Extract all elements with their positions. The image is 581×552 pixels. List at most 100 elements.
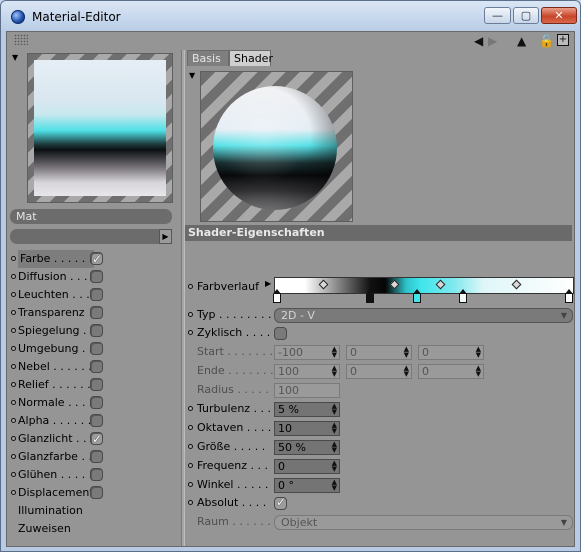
- close-icon: ✕: [554, 9, 564, 22]
- param-label: Typ . . . . . . . . .: [197, 308, 279, 321]
- start-z-field[interactable]: 0 ▲ ▼: [418, 345, 484, 360]
- ende-y-field[interactable]: 0 ▲ ▼: [346, 364, 412, 379]
- gradient-marker-icon[interactable]: [565, 289, 573, 303]
- channel-checkbox[interactable]: [90, 306, 103, 319]
- typ-dropdown[interactable]: 2D - V ▼: [274, 308, 573, 323]
- frequenz-field[interactable]: 0 ▲ ▼: [274, 459, 340, 474]
- param-dot-icon: [188, 425, 193, 430]
- channel-item-illumination[interactable]: Illumination: [10, 502, 180, 520]
- frequenz-value: 0: [278, 460, 285, 473]
- material-name-field[interactable]: Mat: [10, 209, 172, 224]
- channel-checkbox[interactable]: [90, 360, 103, 373]
- param-zyklisch: Zyklisch . . . .: [185, 324, 574, 342]
- channel-checkbox[interactable]: [90, 270, 103, 283]
- channel-dot-icon: [11, 364, 16, 369]
- channel-label: Umgebung . . .: [18, 342, 100, 355]
- start-z-value: 0: [422, 346, 429, 359]
- winkel-field[interactable]: 0 ° ▲ ▼: [274, 478, 340, 493]
- zyklisch-checkbox[interactable]: [274, 327, 287, 340]
- param-absolut: Absolut . . . .: [185, 494, 574, 512]
- tab-shader[interactable]: Shader: [229, 50, 273, 66]
- channel-checkbox[interactable]: [90, 414, 103, 427]
- close-button[interactable]: ✕: [541, 7, 577, 24]
- ende-x-field[interactable]: 100 ▲ ▼: [274, 364, 340, 379]
- channel-list: Farbe . . . . . . ✓ Diffusion . . . . Leu…: [10, 250, 180, 538]
- channel-item-normale[interactable]: Normale . . . .: [10, 394, 180, 412]
- channel-item-zuweisen[interactable]: Zuweisen: [10, 520, 180, 538]
- start-x-field[interactable]: -100 ▲ ▼: [274, 345, 340, 360]
- back-arrow-icon[interactable]: ◀: [474, 34, 483, 48]
- title-bar[interactable]: Material-Editor — ▢ ✕: [1, 1, 580, 31]
- param-label: Start . . . . . . .: [197, 345, 273, 358]
- channel-item-diffusion[interactable]: Diffusion . . . .: [10, 268, 180, 286]
- channel-item-farbe[interactable]: Farbe . . . . . . ✓: [10, 250, 180, 268]
- channel-item-gluehen[interactable]: Glühen . . . . .: [10, 466, 180, 484]
- oktaven-field[interactable]: 10 ▲ ▼: [274, 421, 340, 436]
- groesse-field[interactable]: 50 % ▲ ▼: [274, 440, 340, 455]
- forward-arrow-icon[interactable]: ▶: [488, 34, 497, 48]
- turbulenz-field[interactable]: 5 % ▲ ▼: [274, 402, 340, 417]
- channel-label: Nebel . . . . . .: [18, 360, 92, 373]
- tab-basis[interactable]: Basis: [187, 50, 229, 66]
- channel-item-alpha[interactable]: Alpha . . . . . .: [10, 412, 180, 430]
- lock-icon[interactable]: 🔓: [539, 34, 554, 48]
- channel-item-transparenz[interactable]: Transparenz: [10, 304, 180, 322]
- absolut-checkbox[interactable]: ✓: [274, 495, 287, 510]
- gradient-marker-icon[interactable]: [273, 289, 281, 303]
- ende-z-field[interactable]: 0 ▲ ▼: [418, 364, 484, 379]
- channel-item-spiegelung[interactable]: Spiegelung . .: [10, 322, 180, 340]
- channel-checkbox[interactable]: [90, 396, 103, 409]
- channel-item-glanzfarbe[interactable]: Glanzfarbe . . .: [10, 448, 180, 466]
- shader-preview-menu-arrow-icon[interactable]: ▼: [189, 71, 195, 80]
- up-arrow-icon[interactable]: ▲: [517, 34, 526, 48]
- editor-client-area: ◀ ▶ ▲ 🔓 + ▼ Mat ▶ Farbe . . . . . . ✓ Dif…: [6, 31, 575, 547]
- channel-checkbox[interactable]: [90, 324, 103, 337]
- spinner-icon: ▲ ▼: [331, 421, 337, 435]
- spinner-icon: ▲ ▼: [331, 459, 337, 473]
- minimize-button[interactable]: —: [484, 7, 511, 24]
- channel-item-nebel[interactable]: Nebel . . . . . .: [10, 358, 180, 376]
- channel-checkbox[interactable]: [90, 378, 103, 391]
- preview-scrollbar[interactable]: [10, 229, 172, 244]
- channel-checkbox[interactable]: [90, 468, 103, 481]
- new-window-icon[interactable]: +: [557, 34, 569, 46]
- param-label: Winkel . . . . .: [197, 478, 269, 491]
- panel-grip-icon[interactable]: [14, 34, 28, 45]
- shader-preview[interactable]: [200, 71, 353, 222]
- start-y-field[interactable]: 0 ▲ ▼: [346, 345, 412, 360]
- channel-item-relief[interactable]: Relief . . . . . .: [10, 376, 180, 394]
- raum-dropdown[interactable]: Objekt ▼: [274, 515, 573, 530]
- param-radius: Radius . . . . .: [185, 381, 574, 399]
- param-groesse: Größe . . . . .: [185, 438, 574, 456]
- channel-checkbox[interactable]: [90, 486, 103, 499]
- channel-checkbox[interactable]: [90, 288, 103, 301]
- channel-checkbox[interactable]: [90, 342, 103, 355]
- maximize-button[interactable]: ▢: [513, 7, 539, 24]
- channel-item-displacement[interactable]: Displacement: [10, 484, 180, 502]
- param-label: Ende . . . . . . .: [197, 364, 274, 377]
- param-label: Turbulenz . . .: [197, 402, 272, 415]
- radius-field[interactable]: 100: [274, 383, 340, 398]
- channel-dot-icon: [11, 490, 16, 495]
- param-label: Größe . . . . .: [197, 440, 266, 453]
- gradient-expand-arrow-icon[interactable]: ▶: [265, 279, 271, 288]
- channel-label: Normale . . . .: [18, 396, 93, 409]
- channel-dot-icon: [11, 292, 16, 297]
- channel-item-glanzlicht[interactable]: Glanzlicht . . . ✓: [10, 430, 180, 448]
- preview-menu-arrow-icon[interactable]: ▼: [12, 53, 18, 62]
- channel-checkbox[interactable]: ✓: [90, 252, 103, 266]
- gradient-marker-icon[interactable]: [366, 289, 374, 303]
- channel-label: Alpha . . . . . .: [18, 414, 92, 427]
- scroll-right-arrow-icon[interactable]: ▶: [159, 229, 172, 244]
- channel-item-leuchten[interactable]: Leuchten . . . .: [10, 286, 180, 304]
- channel-label: Glühen . . . . .: [18, 468, 93, 481]
- material-preview[interactable]: [27, 53, 173, 203]
- channel-checkbox[interactable]: [90, 450, 103, 463]
- channel-checkbox[interactable]: ✓: [90, 432, 103, 446]
- checkmark-icon: ✓: [276, 495, 287, 509]
- channel-item-umgebung[interactable]: Umgebung . . .: [10, 340, 180, 358]
- gradient-marker-icon[interactable]: [459, 289, 467, 303]
- channel-label: Zuweisen: [18, 522, 71, 535]
- gradient-marker-icon[interactable]: [413, 289, 421, 303]
- param-dot-icon: [188, 463, 193, 468]
